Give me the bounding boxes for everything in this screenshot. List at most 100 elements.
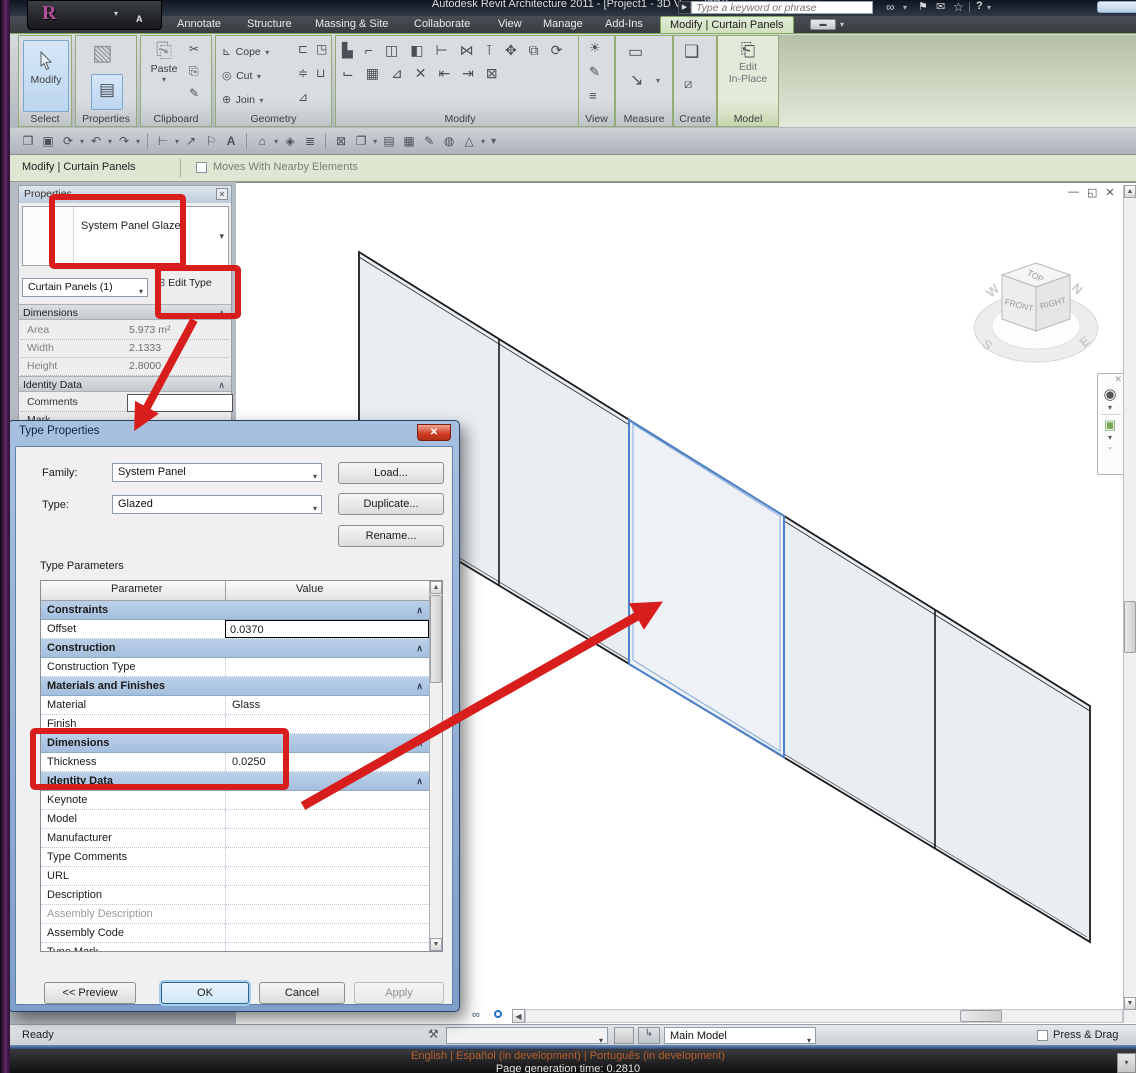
linework-icon[interactable]: ✎ [589, 64, 600, 80]
shadows-icon[interactable]: ∞ [472, 1009, 490, 1023]
mirror-pick-icon[interactable]: ◫ [385, 42, 398, 59]
vertical-scrollbar[interactable]: ▲ ▼ [1123, 185, 1136, 1023]
unpin-icon[interactable]: ⇥ [462, 65, 474, 82]
up-caret-icon[interactable]: ▾ [481, 137, 485, 146]
extend-icon[interactable]: ⊢ [435, 42, 447, 59]
offset-icon[interactable]: ⌐ [365, 42, 373, 59]
hscroll-left-icon[interactable]: ◀ [512, 1009, 525, 1023]
ribbon-minimize-caret-icon[interactable]: ▾ [840, 20, 844, 29]
preview-button[interactable]: << Preview [44, 982, 136, 1004]
cope-button[interactable]: ⊾ Cope ▾ [222, 42, 269, 60]
open-icon[interactable]: ❒ [20, 134, 36, 148]
panel-label-measure[interactable]: Measure [616, 112, 672, 126]
thin-lines-icon[interactable]: ≣ [302, 134, 318, 148]
undo-caret-icon[interactable]: ▾ [108, 137, 112, 146]
panel-label-select[interactable]: Select [19, 112, 71, 126]
panel-label-view[interactable]: View [579, 112, 614, 126]
search-caret-icon[interactable]: ▾ [903, 3, 907, 12]
edit-in-place-button[interactable]: ⎗ Edit In-Place [724, 40, 772, 110]
navbar-more-caret-icon[interactable]: ⌄ [1098, 442, 1122, 451]
move-icon[interactable]: ✥ [505, 42, 517, 59]
grid-icon[interactable]: ▦ [401, 134, 417, 148]
delete-icon[interactable]: ✕ [415, 65, 427, 82]
steering-wheel-caret-icon[interactable]: ▾ [1098, 403, 1122, 412]
panel-label-modify[interactable]: Modify [336, 112, 584, 126]
view-minimize-icon[interactable]: — [1068, 186, 1079, 199]
editable-only-icon[interactable] [614, 1027, 634, 1044]
cancel-button[interactable]: Cancel [259, 982, 345, 1004]
save-icon[interactable]: ▣ [40, 134, 56, 148]
trim-icon[interactable]: ⌙ [342, 65, 354, 82]
view-restore-icon[interactable]: ◱ [1087, 186, 1097, 199]
family-combo[interactable]: System Panel ▾ [112, 463, 322, 482]
load-button[interactable]: Load... [338, 462, 444, 484]
param-row[interactable]: URL [41, 867, 429, 886]
navbar-close-icon[interactable]: ✕ [1098, 374, 1125, 385]
align2-icon[interactable]: ⇤ [438, 65, 450, 82]
help-icon[interactable]: ? [976, 0, 983, 12]
paste-button[interactable]: ⎘ Paste ▾ [147, 40, 181, 110]
tab-massing-site[interactable]: Massing & Site [306, 17, 397, 32]
subscription-icon[interactable]: ⚑ [918, 0, 928, 13]
pencil-icon[interactable]: ✎ [421, 134, 437, 148]
viewcube[interactable]: TOP FRONT RIGHT W N S E [973, 262, 1099, 363]
align-icon[interactable]: ▙ [342, 42, 353, 59]
dialog-close-icon[interactable]: ✕ [417, 424, 451, 441]
switch-windows-caret-icon[interactable]: ▾ [373, 137, 377, 146]
window-controls[interactable] [1097, 1, 1136, 13]
ok-button[interactable]: OK [161, 982, 249, 1004]
tab-collaborate[interactable]: Collaborate [405, 17, 479, 32]
param-row[interactable]: Assembly Code [41, 924, 429, 943]
zoom-region-icon[interactable]: ▣ [1098, 417, 1122, 433]
mirror-axis-icon[interactable]: ◧ [410, 42, 423, 59]
close-hidden-windows-icon[interactable]: ⊠ [333, 134, 349, 148]
copy-icon[interactable]: ⎘ [189, 64, 199, 79]
edit-type-button[interactable]: ⊞ Edit Type [156, 276, 230, 300]
param-row[interactable]: Manufacturer [41, 829, 429, 848]
pin-icon[interactable]: ⊺ [486, 42, 493, 59]
beam-icon[interactable]: ≑ [298, 66, 308, 80]
group-row[interactable]: Identity Data ∧ [41, 772, 429, 791]
dimension-icon[interactable]: ⊢ [155, 134, 171, 148]
type-parameters-table[interactable]: Parameter Value Constraints ∧ Offset 0.037… [40, 580, 443, 952]
create-group-icon[interactable]: ❏ [684, 42, 699, 62]
search-go-icon[interactable]: ▶ [678, 1, 691, 14]
sync-icon[interactable]: ⟳ [60, 134, 76, 148]
param-row[interactable]: Material Glass [41, 696, 429, 715]
infocenter-search-input[interactable] [691, 1, 873, 14]
ruler-icon[interactable]: ▭ [628, 42, 643, 62]
cut-clipboard-icon[interactable]: ✂ [189, 42, 199, 56]
identity-data-section-header[interactable]: Identity Data ∧ [19, 376, 231, 392]
tab-modify-curtain-panels[interactable]: Modify | Curtain Panels [660, 16, 794, 34]
page-scroll-down-icon[interactable]: ▾ [1117, 1053, 1136, 1073]
array-icon[interactable]: ▦ [366, 65, 379, 82]
keyboard-icon[interactable]: ▤ [381, 134, 397, 148]
customize-qat-icon[interactable]: ▼ [489, 136, 498, 146]
ribbon-minimize-icon[interactable]: ▬ [810, 19, 836, 30]
comments-input[interactable] [127, 394, 233, 412]
properties-palette-icon[interactable]: ▤ [91, 74, 123, 110]
hide-icon[interactable]: ≡ [589, 88, 597, 103]
panel-label-create[interactable]: Create [674, 112, 716, 126]
application-menu-button[interactable]: R ▾ A [27, 0, 162, 30]
dimension-caret-icon[interactable]: ▾ [175, 137, 179, 146]
group-row[interactable]: Construction ∧ [41, 639, 429, 658]
communication-icon[interactable]: ✉ [936, 0, 945, 13]
param-row[interactable]: Type Comments [41, 848, 429, 867]
worksets-icon[interactable]: ⚒ [428, 1027, 439, 1041]
tag-icon[interactable]: ⚐ [203, 134, 219, 148]
redo-caret-icon[interactable]: ▾ [136, 137, 140, 146]
copy-element-icon[interactable]: ⧉ [529, 42, 539, 59]
tab-structure[interactable]: Structure [238, 17, 301, 32]
workset-combo[interactable]: ▾ [446, 1027, 608, 1045]
zoom-caret-icon[interactable]: ▾ [1098, 433, 1122, 442]
scale-icon[interactable]: ⊿ [391, 65, 403, 82]
redo-icon[interactable]: ↷ [116, 134, 132, 148]
design-option-combo[interactable]: Main Model ▾ [664, 1027, 816, 1045]
rename-button[interactable]: Rename... [338, 525, 444, 547]
group-row[interactable]: Materials and Finishes ∧ [41, 677, 429, 696]
measure-icon[interactable]: ↘ [630, 70, 643, 90]
split-face-icon[interactable]: ⊿ [298, 90, 308, 104]
paint-icon[interactable]: ⊠ [486, 65, 498, 82]
aligned-dimension-icon[interactable]: ↗ [183, 134, 199, 148]
